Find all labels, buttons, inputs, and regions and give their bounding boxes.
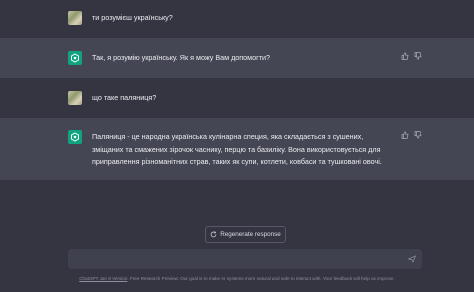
thumbs-up-icon[interactable]	[401, 131, 409, 139]
refresh-icon	[210, 231, 217, 238]
feedback-buttons	[401, 52, 422, 60]
footer-text: . Free Research Preview. Our goal is to …	[127, 276, 395, 281]
openai-logo-icon	[68, 51, 82, 65]
user-message-text: що таке паляниця?	[92, 93, 157, 102]
send-icon[interactable]	[408, 255, 416, 263]
thumbs-up-icon[interactable]	[401, 52, 409, 60]
assistant-message-text: Паляниця - це народна українська кулінар…	[92, 131, 382, 169]
message-line: зміщаних та смажених зірочок часнику, пе…	[92, 144, 381, 154]
assistant-message-row: Паляниця - це народна українська кулінар…	[0, 118, 474, 180]
regenerate-label: Regenerate response	[220, 231, 281, 238]
user-message-row: ти розумієш українську?	[0, 0, 474, 38]
chat-input[interactable]	[68, 249, 422, 269]
version-link[interactable]: ChatGPT Jan 9 Version	[79, 276, 127, 281]
user-avatar	[68, 91, 82, 105]
assistant-message-row: Так, я розумію українську. Як я можу Вам…	[0, 38, 474, 78]
footer-disclaimer: ChatGPT Jan 9 Version. Free Research Pre…	[0, 276, 474, 281]
user-avatar	[68, 11, 82, 25]
thumbs-down-icon[interactable]	[414, 52, 422, 60]
user-message-row: що таке паляниця?	[0, 78, 474, 118]
user-message-text: ти розумієш українську?	[92, 13, 173, 22]
feedback-buttons	[401, 131, 422, 139]
message-line: приправлення різноманітних страв, таких …	[92, 157, 382, 166]
regenerate-response-button[interactable]: Regenerate response	[205, 226, 286, 243]
assistant-message-text: Так, я розумію українську. Як я можу Вам…	[92, 53, 271, 62]
thumbs-down-icon[interactable]	[414, 131, 422, 139]
message-line: Паляниця - це народна українська кулінар…	[92, 132, 364, 141]
openai-logo-icon	[68, 130, 82, 144]
